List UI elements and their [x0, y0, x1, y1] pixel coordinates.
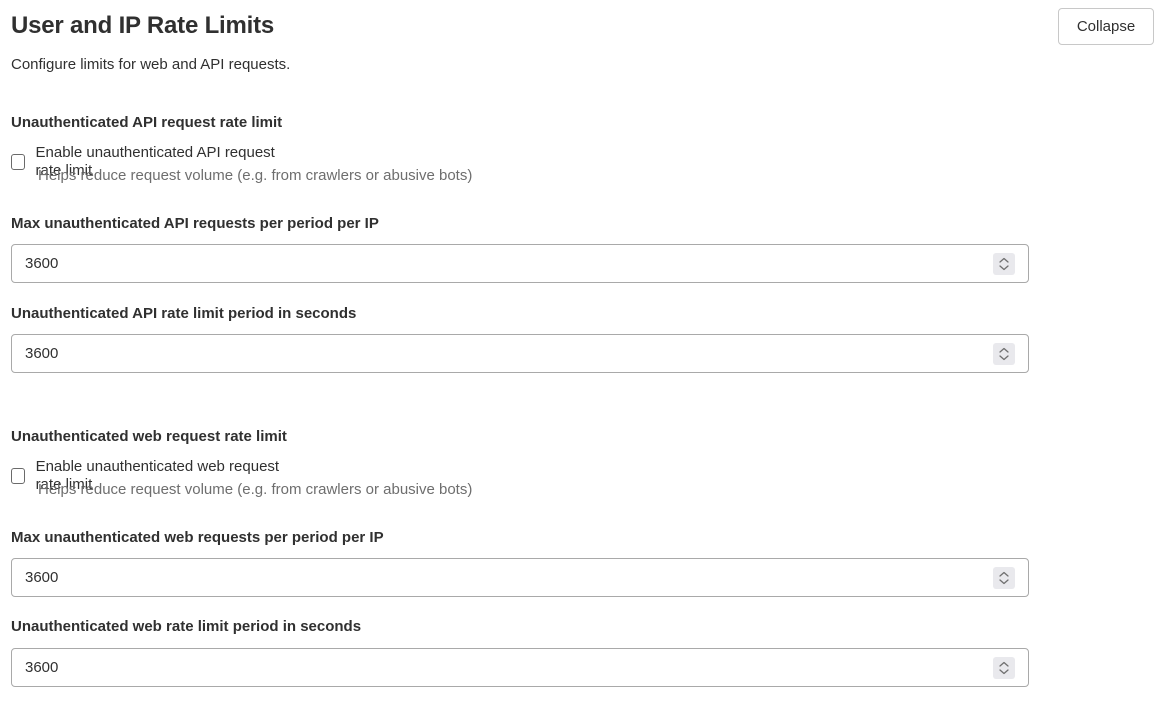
api-section-heading: Unauthenticated API request rate limit: [11, 114, 283, 131]
web-help-text: Helps reduce request volume (e.g. from c…: [38, 481, 473, 498]
rate-limits-panel: User and IP Rate Limits Configure limits…: [0, 0, 1163, 701]
web-period-value: 3600: [25, 659, 59, 676]
api-help-text: Helps reduce request volume (e.g. from c…: [38, 167, 473, 184]
web-rate-limit-section: Unauthenticated web request rate limit E…: [11, 428, 472, 498]
web-period-label: Unauthenticated web rate limit period in…: [11, 618, 362, 635]
api-rate-limit-section: Unauthenticated API request rate limit E…: [11, 114, 472, 184]
api-period-label: Unauthenticated API rate limit period in…: [11, 305, 357, 322]
api-period-input[interactable]: 3600: [11, 334, 1029, 373]
web-max-requests-label: Max unauthenticated web requests per per…: [11, 529, 384, 546]
api-max-requests-input[interactable]: 3600: [11, 244, 1029, 283]
web-section-heading: Unauthenticated web request rate limit: [11, 428, 287, 445]
page-title: User and IP Rate Limits: [11, 12, 275, 39]
spinner-updown-icon[interactable]: [993, 253, 1015, 275]
web-enable-checkbox[interactable]: [11, 468, 25, 484]
spinner-updown-icon[interactable]: [993, 657, 1015, 679]
web-period-input[interactable]: 3600: [11, 648, 1029, 687]
api-enable-checkbox[interactable]: [11, 154, 25, 170]
spinner-updown-icon[interactable]: [993, 343, 1015, 365]
api-max-requests-label: Max unauthenticated API requests per per…: [11, 215, 379, 232]
api-max-requests-value: 3600: [25, 255, 59, 272]
collapse-button[interactable]: Collapse: [1058, 8, 1154, 45]
web-max-requests-value: 3600: [25, 569, 59, 586]
web-max-requests-input[interactable]: 3600: [11, 558, 1029, 597]
page-subtitle: Configure limits for web and API request…: [11, 56, 291, 73]
spinner-updown-icon[interactable]: [993, 567, 1015, 589]
api-period-value: 3600: [25, 345, 59, 362]
